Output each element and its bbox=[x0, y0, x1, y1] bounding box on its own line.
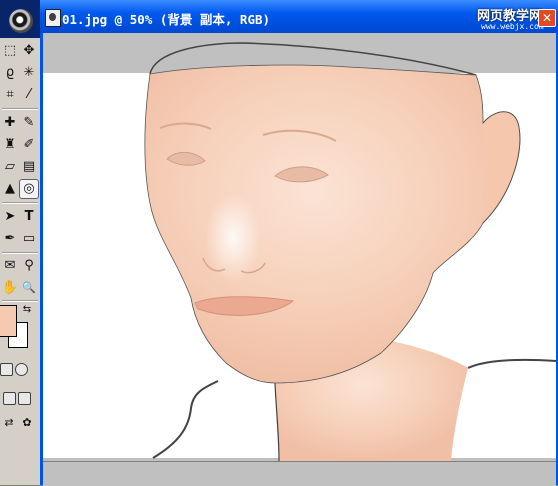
zoom-tool-icon[interactable]: 🔍 bbox=[20, 279, 38, 297]
document-window: 01.jpg @ 50% (背景 副本, RGB) 网页教学网 www.webj… bbox=[40, 0, 558, 486]
swap-colors-icon[interactable]: ⇆ bbox=[20, 303, 34, 317]
portrait-image bbox=[144, 42, 556, 461]
toolbox-panel: ⬚ ✥ ϱ ✳ ⌗ ⁄ ✚ ✎ ♜ ✐ ▱ ▤ ▲ ◎ ➤ T ✒ ▭ ✉ ⚲ … bbox=[0, 0, 41, 485]
foreground-color-swatch[interactable] bbox=[0, 305, 17, 337]
standard-screen-mode-button[interactable] bbox=[3, 392, 16, 405]
blur-tool-icon[interactable]: ▲ bbox=[1, 180, 19, 198]
toolbox-separator bbox=[2, 252, 38, 254]
standard-mode-button[interactable] bbox=[0, 363, 13, 376]
toolbox-separator bbox=[2, 300, 38, 302]
document-title: 01.jpg @ 50% (背景 副本, RGB) bbox=[62, 12, 271, 27]
gradient-tool-icon[interactable]: ▤ bbox=[20, 158, 38, 176]
jump-to-imageready-icon[interactable]: ⇄ bbox=[0, 414, 18, 432]
full-screen-mode-button[interactable] bbox=[18, 392, 31, 405]
healing-brush-tool-icon[interactable]: ✚ bbox=[1, 114, 19, 132]
watermark-url: www.webjx.com bbox=[481, 22, 544, 31]
slice-tool-icon[interactable]: ⁄ bbox=[20, 86, 38, 104]
face-shape bbox=[144, 64, 521, 384]
move-tool-icon[interactable]: ✥ bbox=[20, 42, 38, 60]
brush-tool-icon[interactable]: ✎ bbox=[20, 114, 38, 132]
clone-stamp-tool-icon[interactable]: ♜ bbox=[1, 136, 19, 154]
ear-shape bbox=[482, 111, 521, 224]
eraser-tool-icon[interactable]: ▱ bbox=[1, 158, 19, 176]
rectangle-tool-icon[interactable]: ▭ bbox=[20, 230, 38, 248]
hand-tool-icon[interactable]: ✋ bbox=[1, 279, 19, 297]
magic-wand-tool-icon[interactable]: ✳ bbox=[20, 64, 38, 82]
toolbox-separator bbox=[2, 202, 38, 204]
right-shoulder-outline bbox=[467, 358, 556, 369]
toolbox-header bbox=[0, 0, 40, 38]
document-icon bbox=[45, 9, 61, 27]
marquee-tool-icon[interactable]: ⬚ bbox=[1, 42, 19, 60]
document-titlebar[interactable]: 01.jpg @ 50% (背景 副本, RGB) 网页教学网 www.webj… bbox=[40, 0, 558, 33]
quick-mask-mode-button[interactable] bbox=[15, 363, 28, 376]
history-brush-tool-icon[interactable]: ✐ bbox=[20, 136, 38, 154]
toolbox-separator bbox=[2, 108, 38, 110]
canvas-area[interactable] bbox=[43, 33, 556, 461]
imageready-icon[interactable]: ✿ bbox=[18, 414, 36, 432]
pen-tool-icon[interactable]: ✒ bbox=[1, 230, 19, 248]
eyedropper-tool-icon[interactable]: ⚲ bbox=[20, 257, 38, 275]
photoshop-eye-icon[interactable] bbox=[9, 9, 33, 33]
left-shoulder-outline bbox=[152, 380, 219, 459]
close-button[interactable]: ✕ bbox=[538, 9, 556, 27]
notes-tool-icon[interactable]: ✉ bbox=[1, 257, 19, 275]
document-bottom-strip bbox=[43, 461, 556, 486]
crop-tool-icon[interactable]: ⌗ bbox=[1, 86, 19, 104]
path-selection-tool-icon[interactable]: ➤ bbox=[1, 208, 19, 226]
dodge-tool-icon[interactable]: ◎ bbox=[19, 179, 39, 199]
type-tool-icon[interactable]: T bbox=[20, 208, 38, 226]
lasso-tool-icon[interactable]: ϱ bbox=[1, 64, 19, 82]
